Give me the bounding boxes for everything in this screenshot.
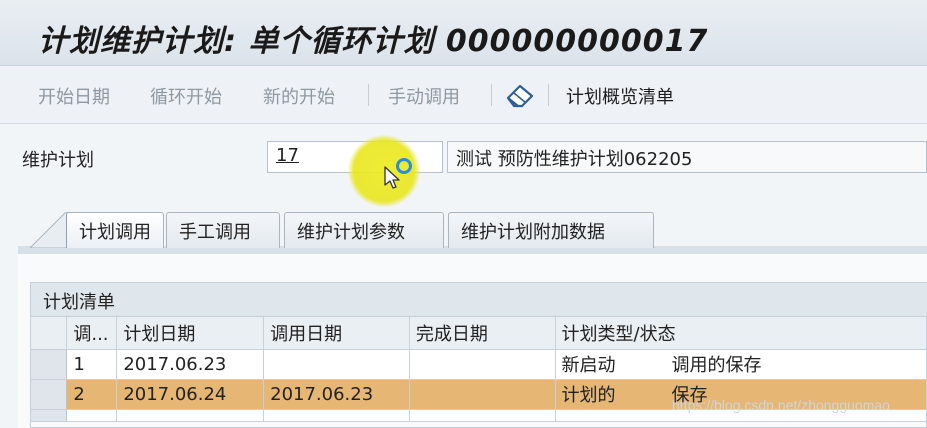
cell-call: 1	[66, 349, 118, 380]
maintenance-plan-value: 17	[276, 145, 299, 166]
maintenance-plan-label: 维护计划	[22, 150, 94, 171]
cell-completion-date	[409, 379, 556, 410]
new-start-button[interactable]: 新的开始	[263, 83, 335, 109]
cell-type-status: 新启动 调用的保存	[555, 349, 926, 380]
cell-empty	[66, 409, 118, 422]
toolbar-separator	[491, 84, 492, 106]
cell-plan-date: 2017.06.23	[116, 349, 265, 380]
cell-call: 2	[66, 379, 118, 410]
tab-label: 维护计划参数	[297, 222, 405, 243]
tab-plan-call[interactable]: 计划调用	[66, 212, 164, 248]
column-header-completion-date[interactable]: 完成日期	[409, 317, 556, 350]
tab-label: 计划调用	[79, 222, 151, 243]
tab-plan-additional-data[interactable]: 维护计划附加数据	[448, 212, 654, 248]
table-row[interactable]: 1 2017.06.23 新启动 调用的保存	[31, 349, 926, 380]
window-title: 计划维护计划: 单个循环计划 000000000017	[38, 24, 709, 59]
row-selector[interactable]	[31, 379, 68, 410]
tab-strip: 计划调用 手工调用 维护计划参数 维护计划附加数据	[0, 190, 927, 254]
start-date-button[interactable]: 开始日期	[38, 83, 110, 109]
column-header-type-status[interactable]: 计划类型/状态	[555, 317, 926, 350]
column-header-plan-date[interactable]: 计划日期	[116, 317, 265, 350]
cell-plan-status: 调用的保存	[671, 355, 762, 376]
row-selector[interactable]	[31, 409, 68, 422]
tab-plan-parameters[interactable]: 维护计划参数	[284, 212, 444, 248]
row-selector-header[interactable]	[31, 317, 68, 350]
cell-call-date: 2017.06.23	[263, 379, 410, 410]
toolbar-separator	[548, 84, 549, 106]
maintenance-plan-description: 测试 预防性维护计划062205	[447, 141, 927, 173]
tab-manual-call[interactable]: 手工调用	[166, 212, 280, 248]
plan-overview-list-button[interactable]: 计划概览清单	[566, 83, 674, 109]
cell-plan-date: 2017.06.24	[116, 379, 265, 410]
cycle-start-button[interactable]: 循环开始	[150, 83, 222, 109]
tab-ramp-decoration	[30, 212, 70, 248]
manual-call-button[interactable]: 手动调用	[388, 83, 460, 109]
cell-completion-date	[409, 349, 556, 380]
schedule-list-title: 计划清单	[31, 283, 927, 317]
table-header-row: 调... 计划日期 调用日期 完成日期 计划类型/状态	[31, 317, 926, 350]
tab-label: 维护计划附加数据	[461, 222, 605, 243]
watermark: https://blog.csdn.net/zhongguomao	[672, 397, 890, 413]
cell-empty	[263, 409, 410, 422]
tab-label: 手工调用	[179, 222, 251, 243]
maintenance-plan-row: 维护计划 17 测试 预防性维护计划062205	[0, 124, 927, 190]
cell-call-date	[263, 349, 410, 380]
application-toolbar: 开始日期 循环开始 新的开始 手动调用 计划概览清单	[0, 66, 927, 124]
cell-plan-type: 计划的	[561, 385, 616, 406]
row-selector[interactable]	[31, 349, 68, 380]
eraser-icon[interactable]	[500, 80, 540, 110]
column-header-call[interactable]: 调...	[66, 317, 118, 350]
mouse-pointer-icon	[384, 166, 400, 189]
cell-plan-type: 新启动	[561, 355, 616, 376]
cell-empty	[409, 409, 556, 422]
cell-empty	[116, 409, 265, 422]
title-bar: 计划维护计划: 单个循环计划 000000000017	[0, 0, 927, 66]
toolbar-separator	[368, 84, 369, 106]
column-header-call-date[interactable]: 调用日期	[263, 317, 410, 350]
